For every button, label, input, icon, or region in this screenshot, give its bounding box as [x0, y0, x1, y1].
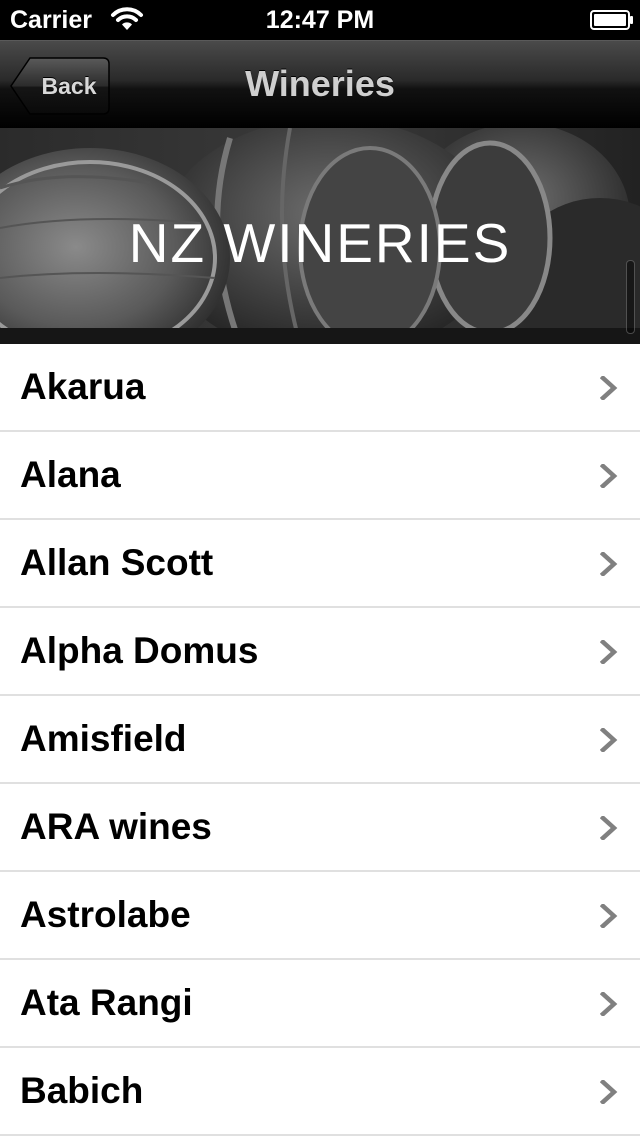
- page-title: Wineries: [245, 63, 395, 104]
- back-button[interactable]: Back: [10, 57, 110, 115]
- navigation-bar: Back Wineries: [0, 40, 640, 128]
- winery-name: Allan Scott: [20, 542, 214, 583]
- chevron-right-icon: [600, 816, 618, 840]
- list-item[interactable]: ARA wines: [0, 784, 640, 872]
- back-button-label: Back: [41, 73, 97, 99]
- list-item[interactable]: Akarua: [0, 344, 640, 432]
- winery-name: Babich: [20, 1070, 144, 1111]
- list-item[interactable]: Alana: [0, 432, 640, 520]
- list-item[interactable]: Allan Scott: [0, 520, 640, 608]
- status-time: 12:47 PM: [265, 6, 375, 34]
- list-item[interactable]: Ata Rangi: [0, 960, 640, 1048]
- chevron-right-icon: [600, 992, 618, 1016]
- header-banner: NZ WINERIES: [0, 128, 640, 344]
- winery-name: ARA wines: [20, 806, 212, 847]
- chevron-right-icon: [600, 552, 618, 576]
- banner-title: NZ WINERIES: [128, 212, 512, 274]
- winery-name: Astrolabe: [20, 894, 191, 935]
- winery-name: Alana: [20, 454, 121, 495]
- list-item[interactable]: Alpha Domus: [0, 608, 640, 696]
- battery-icon: [590, 10, 634, 30]
- chevron-right-icon: [600, 1080, 618, 1104]
- winery-name: Alpha Domus: [20, 630, 259, 671]
- list-item[interactable]: Babich: [0, 1048, 640, 1136]
- list-item[interactable]: Amisfield: [0, 696, 640, 784]
- chevron-right-icon: [600, 376, 618, 400]
- chevron-right-icon: [600, 464, 618, 488]
- chevron-right-icon: [600, 904, 618, 928]
- status-bar: Carrier 12:47 PM: [0, 0, 640, 40]
- chevron-right-icon: [600, 728, 618, 752]
- winery-name: Amisfield: [20, 718, 187, 759]
- chevron-right-icon: [600, 640, 618, 664]
- winery-list: Akarua Alana Allan Scott Alpha Domus Ami…: [0, 344, 640, 1136]
- winery-name: Akarua: [20, 366, 146, 407]
- scroll-indicator[interactable]: [626, 260, 635, 334]
- list-item[interactable]: Astrolabe: [0, 872, 640, 960]
- winery-name: Ata Rangi: [20, 982, 193, 1023]
